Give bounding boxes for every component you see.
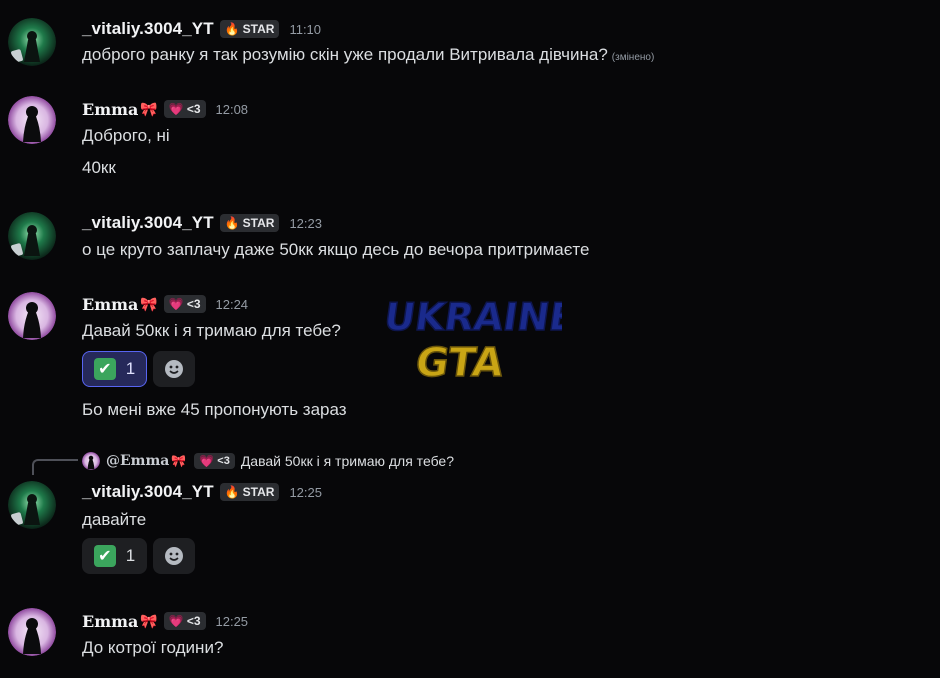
edited-label: (змінено): [611, 52, 655, 63]
ribbon-icon: 🎀: [140, 612, 158, 629]
username[interactable]: Emma: [82, 100, 138, 119]
server-tag[interactable]: 💗 <3: [163, 100, 206, 118]
message-text: давайте: [82, 510, 147, 529]
server-tag[interactable]: 🔥 STAR: [219, 20, 280, 38]
reply-preview[interactable]: @Emma 🎀 💗 <3 Давай 50кк і я тримаю для те…: [82, 452, 454, 470]
watermark-line1: UKRAINE: [386, 296, 562, 340]
server-tag[interactable]: 💗 <3: [163, 295, 206, 313]
avatar-emma[interactable]: [8, 608, 56, 656]
timestamp: 12:24: [215, 296, 249, 312]
ribbon-icon: 🎀: [171, 454, 187, 468]
timestamp: 12:25: [215, 613, 249, 629]
reactions-bar: ✔ 1: [82, 351, 195, 387]
reactions-bar: ✔ 1: [82, 538, 195, 574]
heart-icon: 💗: [168, 297, 184, 311]
reaction-check[interactable]: ✔ 1: [82, 351, 147, 387]
heart-icon: 💗: [168, 614, 184, 628]
reply-text: Давай 50кк і я тримаю для тебе?: [240, 453, 454, 469]
username[interactable]: _vitaliy.3004_YT: [82, 19, 214, 39]
add-reaction-button[interactable]: [153, 538, 195, 574]
avatar-vitaliy[interactable]: [8, 18, 56, 66]
smiley-icon: [165, 547, 183, 565]
timestamp: 11:10: [289, 21, 322, 37]
server-tag[interactable]: 🔥 STAR: [219, 214, 280, 232]
server-tag-label: <3: [186, 614, 201, 628]
fire-icon: 🔥: [224, 22, 240, 36]
username[interactable]: _vitaliy.3004_YT: [82, 213, 214, 233]
heart-icon: 💗: [199, 454, 215, 468]
username[interactable]: Emma: [82, 612, 138, 631]
message-text: До котрої години?: [82, 638, 224, 657]
reply-connector: [32, 459, 78, 475]
watermark-line2: GTA: [413, 340, 507, 384]
message-line: доброго ранку я так розумію скін уже про…: [82, 45, 608, 64]
ukraine-gta-watermark: UKRAINE GTA: [381, 292, 579, 386]
ribbon-icon: 🎀: [140, 100, 158, 117]
message-text: о це круто заплачу даже 50кк якщо десь д…: [82, 240, 590, 259]
username[interactable]: _vitaliy.3004_YT: [82, 482, 214, 502]
reply-author[interactable]: @Emma: [106, 453, 169, 469]
message-text: Доброго, ні: [82, 126, 170, 145]
message-text: Бо мені вже 45 пропонують зараз: [82, 400, 347, 419]
message-text: доброго ранку я так розумію скін уже про…: [82, 45, 654, 65]
avatar-emma[interactable]: [8, 96, 56, 144]
avatar-emma[interactable]: [8, 292, 56, 340]
server-tag[interactable]: 💗 <3: [194, 453, 235, 469]
reply-avatar: [82, 452, 100, 470]
ribbon-icon: 🎀: [140, 295, 158, 312]
server-tag-label: <3: [186, 102, 201, 116]
avatar-vitaliy[interactable]: [8, 212, 56, 260]
reaction-check[interactable]: ✔ 1: [82, 538, 147, 574]
message-text: Давай 50кк і я тримаю для тебе?: [82, 321, 341, 340]
server-tag-label: STAR: [242, 485, 275, 499]
heart-icon: 💗: [168, 102, 184, 116]
timestamp: 12:08: [215, 101, 249, 117]
reaction-count: 1: [125, 546, 136, 565]
reaction-count: 1: [125, 359, 136, 378]
check-mark-icon: ✔: [93, 545, 116, 567]
check-mark-icon: ✔: [93, 358, 116, 380]
timestamp: 12:25: [289, 484, 322, 500]
message-text: 40кк: [82, 158, 116, 177]
avatar-vitaliy[interactable]: [8, 481, 56, 529]
add-reaction-button[interactable]: [153, 351, 195, 387]
server-tag[interactable]: 💗 <3: [163, 612, 206, 630]
timestamp: 12:23: [289, 215, 322, 231]
fire-icon: 🔥: [224, 216, 240, 230]
fire-icon: 🔥: [224, 485, 240, 499]
server-tag-label: <3: [217, 455, 230, 467]
smiley-icon: [165, 360, 183, 378]
server-tag-label: STAR: [242, 216, 275, 230]
server-tag-label: <3: [186, 297, 201, 311]
server-tag[interactable]: 🔥 STAR: [219, 483, 280, 501]
username[interactable]: Emma: [82, 295, 138, 314]
server-tag-label: STAR: [242, 22, 275, 36]
